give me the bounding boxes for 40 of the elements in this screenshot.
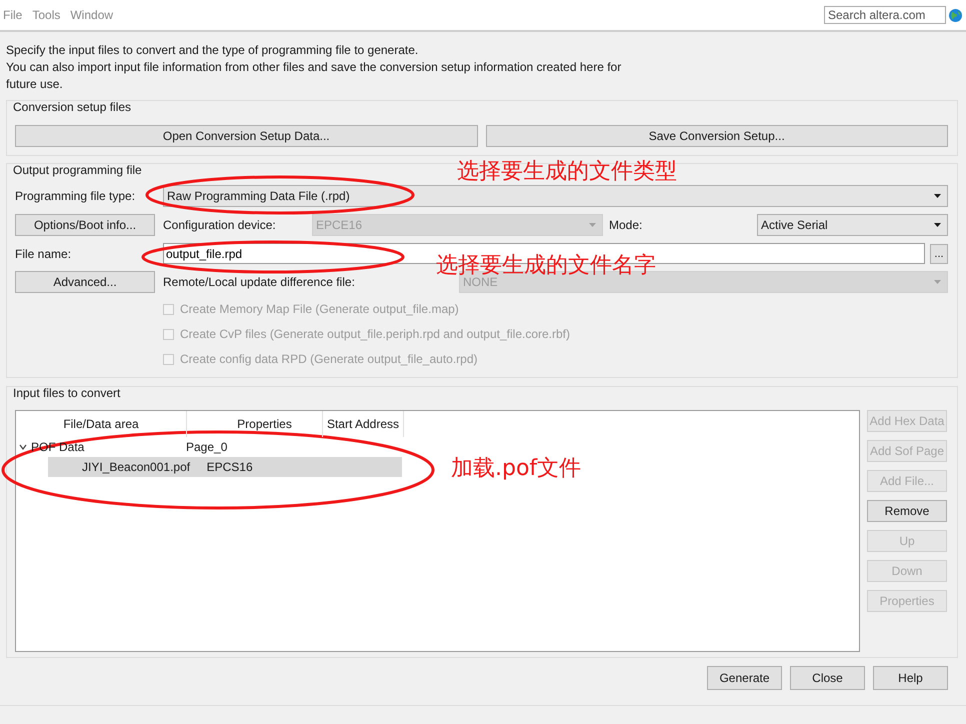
tree-item-name: JIYI_Beacon001.pof <box>82 460 190 474</box>
button[interactable]: Help <box>873 666 948 690</box>
column-header: Start Address <box>323 411 404 437</box>
instruction-text: Specify the input files to convert and the type of programming file to generate. <box>6 42 420 59</box>
caret-icon <box>934 194 941 198</box>
group-title: Output programming file <box>13 163 142 178</box>
button[interactable]: Open Conversion Setup Data... <box>15 125 478 147</box>
tree-item-property: EPCS16 <box>206 460 254 474</box>
caret-icon <box>934 223 941 227</box>
checkbox-label: Create config data RPD (Generate output_file_auto.rpd) <box>180 352 478 366</box>
search-field[interactable]: Search altera.com <box>824 6 946 24</box>
column-header: File/Data area <box>16 411 187 437</box>
button[interactable]: Generate <box>707 666 782 690</box>
field-label: Remote/Local update difference file: <box>163 275 356 289</box>
button[interactable]: Advanced... <box>15 271 155 293</box>
annotation-text: 加载.pof文件 <box>451 457 582 481</box>
dropdown[interactable]: Active Serial <box>757 214 948 236</box>
button[interactable]: ... <box>930 244 948 264</box>
group-title: Input files to convert <box>13 386 120 401</box>
field-label: Mode: <box>609 218 644 232</box>
caret-icon <box>589 223 596 227</box>
chevron-icon[interactable] <box>19 444 27 450</box>
field-label: Programming file type: <box>15 189 136 203</box>
group-title: Conversion setup files <box>13 100 132 115</box>
dropdown[interactable]: Raw Programming Data File (.rpd) <box>163 185 948 207</box>
field-label: File name: <box>15 246 72 260</box>
annotation-text: 选择要生成的文件类型 <box>457 160 677 184</box>
checkbox-label: Create Memory Map File (Generate output_file.map) <box>180 302 459 316</box>
tree-row[interactable]: JIYI_Beacon001.pof EPCS16 <box>48 457 402 477</box>
tree-item-property: Page_0 <box>186 440 228 454</box>
button[interactable]: Save Conversion Setup... <box>486 125 948 147</box>
field-label: Configuration device: <box>163 218 277 232</box>
globe-icon[interactable] <box>949 8 962 22</box>
checkbox-label: Create CvP files (Generate output_file.periph.rpd and output_file.core.rbf) <box>180 327 570 341</box>
button[interactable]: Remove <box>867 500 947 522</box>
instruction-text: You can also import input file information from other files and save the conversion setup information created here for future use. <box>6 59 622 93</box>
button[interactable]: Options/Boot info... <box>15 214 155 236</box>
column-header: Properties <box>187 411 323 437</box>
button[interactable]: Close <box>790 666 865 690</box>
caret-icon <box>934 280 941 284</box>
